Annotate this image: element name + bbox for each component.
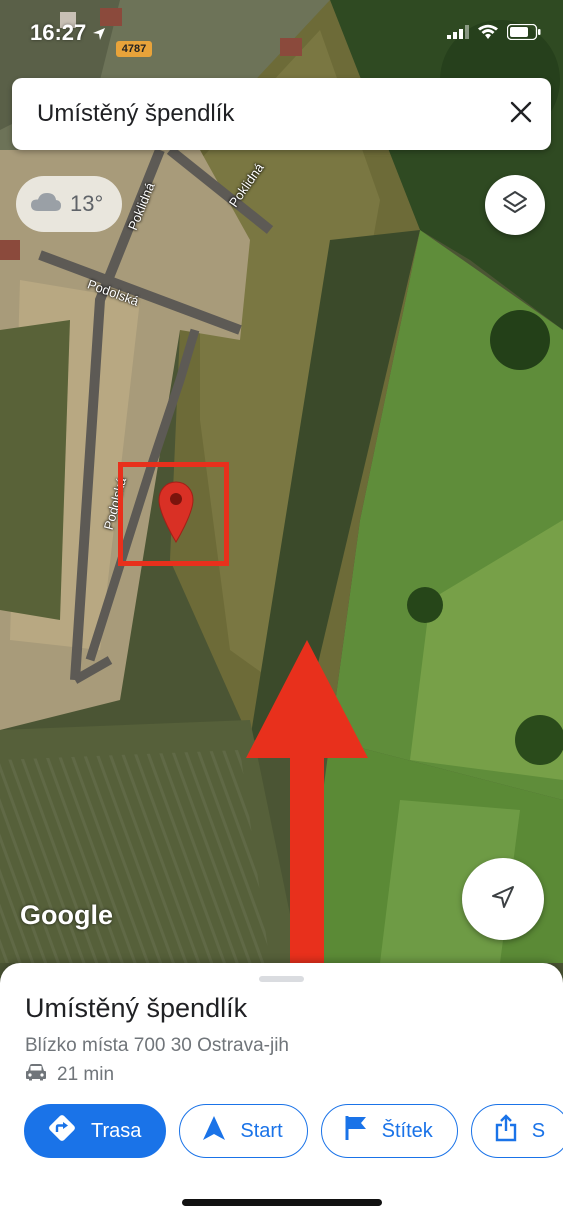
cellular-signal-icon [447, 25, 469, 44]
place-address: Blízko místa 700 30 Ostrava-jih [25, 1035, 289, 1056]
place-header-bar[interactable]: Umístěný špendlík [12, 78, 551, 150]
my-location-button[interactable] [462, 858, 544, 940]
share-button[interactable]: S [470, 1104, 563, 1158]
status-time: 16:27 [30, 20, 106, 46]
navigation-arrow-icon [489, 883, 517, 916]
map-pin-icon[interactable] [157, 480, 195, 551]
cloud-icon [30, 191, 62, 218]
label-button[interactable]: Štítek [320, 1104, 458, 1158]
weather-chip[interactable]: 13° [16, 176, 122, 232]
start-label: Start [240, 1119, 283, 1142]
status-icons [447, 23, 541, 45]
location-arrow-icon [92, 20, 106, 45]
directions-label: Trasa [91, 1119, 142, 1142]
google-attribution: Google [20, 900, 113, 930]
directions-button[interactable]: Trasa [24, 1104, 167, 1158]
directions-icon [47, 1113, 77, 1149]
place-bottom-sheet[interactable]: Umístěný špendlík Blízko místa 700 30 Os… [0, 963, 563, 1218]
clock-text: 16:27 [30, 20, 87, 45]
wifi-icon [477, 24, 499, 45]
flag-icon [344, 1115, 368, 1147]
battery-icon [506, 23, 541, 45]
label-label: Štítek [381, 1119, 433, 1142]
place-title: Umístěný špendlík [25, 993, 248, 1023]
start-button[interactable]: Start [179, 1104, 308, 1158]
drag-handle[interactable] [259, 976, 304, 982]
layers-button[interactable] [485, 175, 545, 235]
share-icon [494, 1114, 518, 1148]
weather-temperature: 13° [70, 191, 104, 216]
close-icon [510, 101, 532, 128]
action-buttons: Trasa Start Štítek S [24, 1104, 563, 1158]
car-icon [25, 1063, 47, 1086]
close-button[interactable] [491, 84, 551, 144]
place-header-title: Umístěný špendlík [37, 100, 235, 127]
drive-time: 21 min [57, 1063, 115, 1085]
drive-time-row: 21 min [25, 1063, 114, 1086]
navigation-arrow-icon [202, 1115, 226, 1147]
layers-icon [501, 189, 529, 222]
share-label: S [531, 1119, 546, 1142]
home-indicator[interactable] [182, 1199, 382, 1206]
road-number-badge: 4787 [116, 41, 152, 57]
